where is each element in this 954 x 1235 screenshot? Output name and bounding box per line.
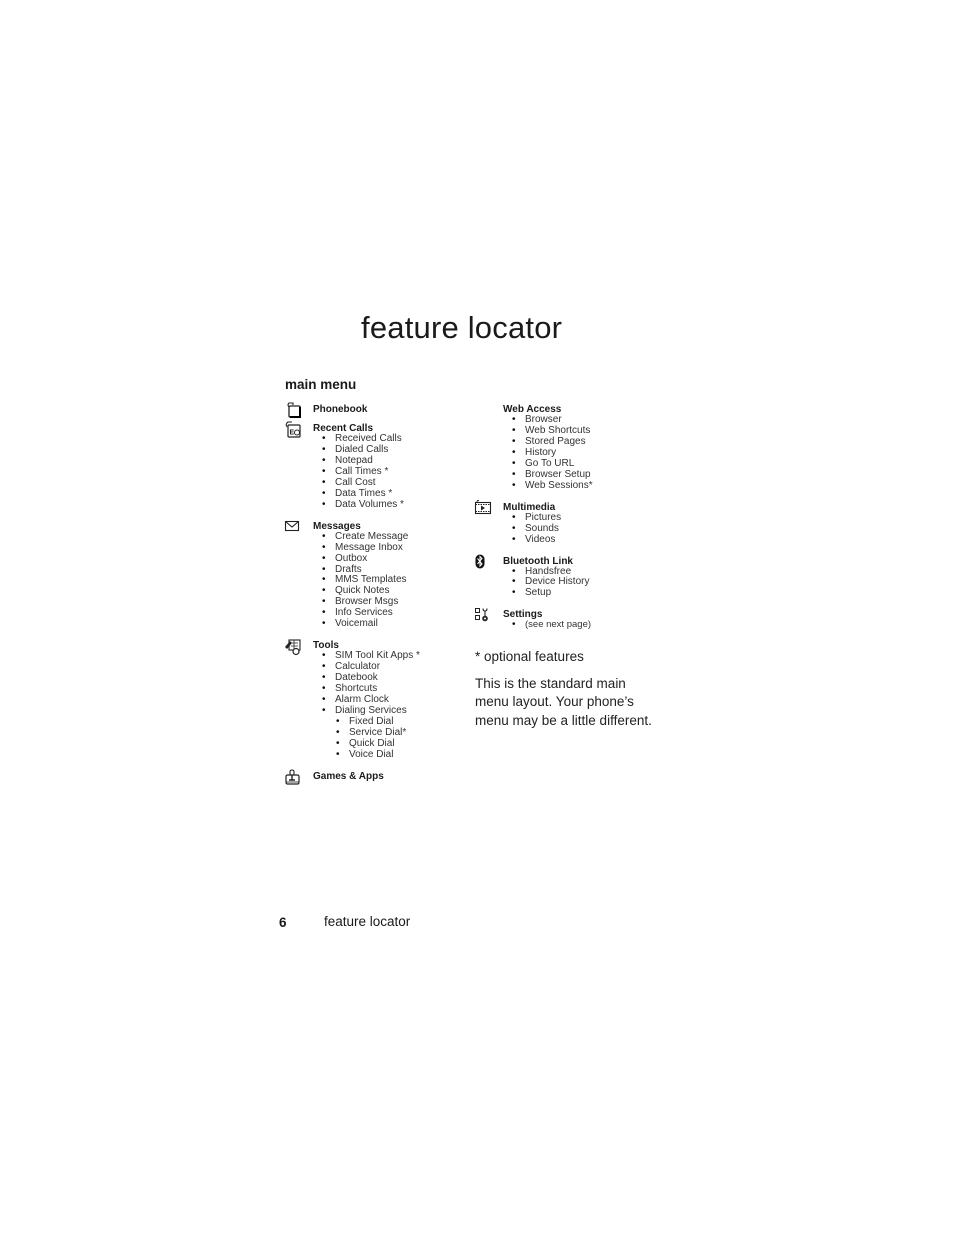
- games-joystick-icon: [284, 769, 302, 785]
- menu-group-tools: Tools SIM Tool Kit Apps * Calculator Dat…: [284, 638, 474, 761]
- menu-left-column: Phonebook E Recent Calls Received Calls …: [284, 402, 474, 790]
- menu-item[interactable]: Setup: [512, 587, 664, 599]
- menu-item[interactable]: Create Message: [322, 531, 474, 543]
- submenu-list: Pictures Sounds Videos: [503, 512, 664, 546]
- menu-group-recent-calls: E Recent Calls Received Calls Dialed Cal…: [284, 421, 474, 511]
- menu-item-dialing-services[interactable]: Dialing Services Fixed Dial Service Dial…: [322, 705, 474, 761]
- menu-item[interactable]: Voice Dial: [336, 749, 474, 761]
- submenu-list-nested: Fixed Dial Service Dial* Quick Dial Voic…: [335, 716, 474, 761]
- menu-item[interactable]: Voicemail: [322, 618, 474, 630]
- multimedia-film-icon: [474, 499, 492, 516]
- submenu-list: SIM Tool Kit Apps * Calculator Datebook …: [313, 650, 474, 761]
- menu-group-label: Games & Apps: [313, 770, 384, 782]
- submenu-list: Handsfree Device History Setup: [503, 566, 664, 600]
- tools-icon: [284, 638, 302, 656]
- page-title: feature locator: [361, 310, 563, 345]
- phonebook-icon: [284, 402, 302, 418]
- menu-group-label: Bluetooth Link: [503, 555, 573, 567]
- footer-section-label: feature locator: [324, 914, 411, 929]
- menu-group-label: Multimedia: [503, 501, 556, 513]
- menu-item[interactable]: Videos: [512, 534, 664, 546]
- menu-item[interactable]: (see next page): [512, 619, 664, 631]
- menu-item[interactable]: Pictures: [512, 512, 664, 524]
- envelope-icon: [284, 519, 302, 535]
- recent-calls-icon: E: [284, 421, 302, 438]
- submenu-list: (see next page): [503, 619, 664, 631]
- settings-icon: [474, 607, 492, 623]
- menu-layout-note: This is the standard main menu layout. Y…: [475, 675, 652, 728]
- menu-item[interactable]: Data Volumes *: [322, 499, 474, 511]
- submenu-list: Create Message Message Inbox Outbox Draf…: [313, 531, 474, 631]
- menu-item[interactable]: Message Inbox: [322, 542, 474, 554]
- bluetooth-icon: [474, 554, 492, 570]
- menu-group-web-access: Web Access Browser Web Shortcuts Stored …: [474, 402, 664, 492]
- menu-group-messages: Messages Create Message Message Inbox Ou…: [284, 519, 474, 631]
- svg-text:E: E: [290, 430, 295, 437]
- menu-right-column: Web Access Browser Web Shortcuts Stored …: [474, 402, 664, 639]
- page-number: 6: [279, 915, 287, 930]
- menu-group-phonebook: Phonebook: [284, 402, 474, 418]
- menu-item[interactable]: Outbox: [322, 553, 474, 565]
- menu-group-multimedia: Multimedia Pictures Sounds Videos: [474, 499, 664, 546]
- submenu-list: Browser Web Shortcuts Stored Pages Histo…: [503, 414, 664, 492]
- menu-group-games-apps: Games & Apps: [284, 769, 474, 785]
- menu-item-label: Dialing Services: [335, 705, 407, 717]
- optional-features-note: * optional features: [475, 649, 584, 664]
- section-title: main menu: [285, 377, 357, 392]
- notes: * optional features This is the standard…: [475, 648, 655, 738]
- menu-item[interactable]: Web Sessions*: [512, 480, 664, 492]
- menu-group-label: Messages: [313, 520, 361, 532]
- menu-group-bluetooth: Bluetooth Link Handsfree Device History …: [474, 554, 664, 600]
- menu-group-label: Phonebook: [313, 404, 368, 415]
- menu-item[interactable]: Sounds: [512, 523, 664, 535]
- menu-group-settings: Settings (see next page): [474, 607, 664, 631]
- submenu-list: Received Calls Dialed Calls Notepad Call…: [313, 433, 474, 511]
